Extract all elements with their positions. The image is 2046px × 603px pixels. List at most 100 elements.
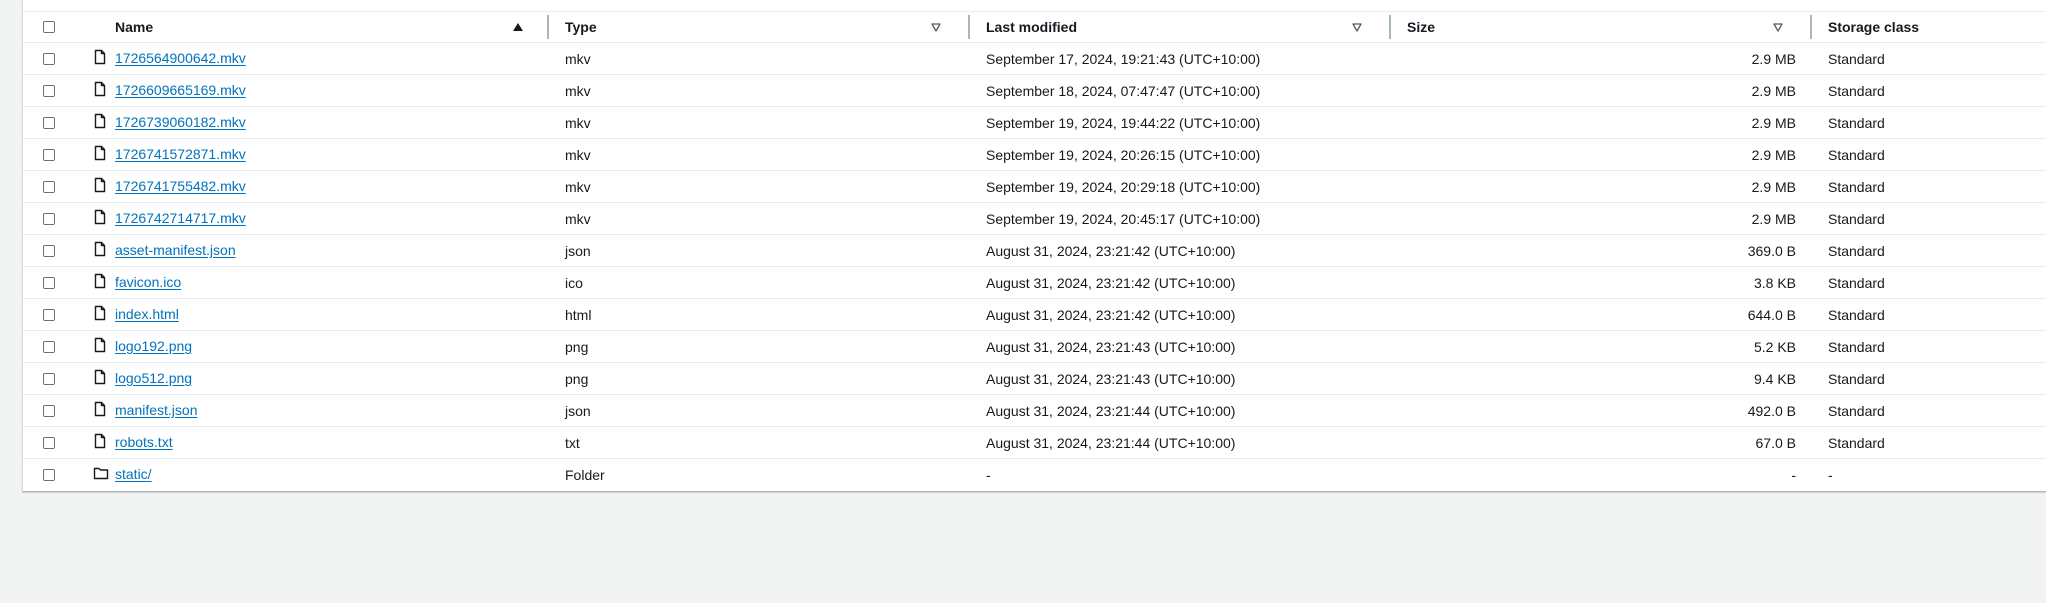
type-cell: html (549, 298, 970, 331)
column-header-name[interactable]: Name (75, 12, 549, 43)
last-modified-cell: September 19, 2024, 20:45:17 (UTC+10:00) (970, 202, 1391, 235)
object-name-link[interactable]: 1726739060182.mkv (115, 114, 246, 130)
table-row[interactable]: manifest.json json August 31, 2024, 23:21:… (23, 394, 2046, 427)
row-checkbox[interactable] (43, 436, 55, 449)
column-header-type[interactable]: Type (549, 12, 970, 43)
storage-class-cell: Standard (1812, 234, 2046, 267)
object-name-link[interactable]: robots.txt (115, 434, 173, 450)
size-cell: 2.9 MB (1391, 106, 1812, 139)
row-select-cell (23, 138, 75, 171)
table-row[interactable]: robots.txt txt August 31, 2024, 23:21:44 (… (23, 426, 2046, 459)
type-cell: mkv (549, 138, 970, 171)
size-cell: 2.9 MB (1391, 74, 1812, 107)
row-select-cell (23, 394, 75, 427)
last-modified-cell: August 31, 2024, 23:21:42 (UTC+10:00) (970, 234, 1391, 267)
object-name-link[interactable]: 1726741755482.mkv (115, 178, 246, 194)
file-icon (93, 433, 107, 449)
table-row[interactable]: 1726609665169.mkv mkv September 18, 2024, … (23, 74, 2046, 107)
row-checkbox[interactable] (43, 372, 55, 385)
storage-class-cell: Standard (1812, 426, 2046, 459)
row-checkbox[interactable] (43, 340, 55, 353)
file-icon (93, 177, 107, 193)
row-checkbox[interactable] (43, 180, 55, 193)
file-icon (93, 337, 107, 353)
row-select-cell (23, 362, 75, 395)
storage-class-cell: Standard (1812, 74, 2046, 107)
object-name-link[interactable]: manifest.json (115, 402, 197, 418)
object-name-link[interactable]: logo512.png (115, 370, 192, 386)
table-row[interactable]: logo512.png png August 31, 2024, 23:21:43 … (23, 362, 2046, 395)
table-row[interactable]: index.html html August 31, 2024, 23:21:42 … (23, 298, 2046, 331)
table-row[interactable]: 1726742714717.mkv mkv September 19, 2024, … (23, 202, 2046, 235)
last-modified-cell: August 31, 2024, 23:21:42 (UTC+10:00) (970, 266, 1391, 299)
column-header-size[interactable]: Size (1391, 12, 1812, 43)
row-checkbox[interactable] (43, 148, 55, 161)
last-modified-cell: September 19, 2024, 19:44:22 (UTC+10:00) (970, 106, 1391, 139)
sort-unsorted-icon[interactable] (930, 21, 942, 33)
storage-class-cell: Standard (1812, 362, 2046, 395)
type-cell: ico (549, 266, 970, 299)
column-header-type-label: Type (565, 19, 597, 35)
name-cell: logo192.png (75, 330, 549, 363)
object-name-link[interactable]: favicon.ico (115, 274, 181, 290)
table-row[interactable]: favicon.ico ico August 31, 2024, 23:21:42 … (23, 266, 2046, 299)
name-cell: logo512.png (75, 362, 549, 395)
object-name-link[interactable]: 1726564900642.mkv (115, 50, 246, 66)
row-checkbox[interactable] (43, 84, 55, 97)
object-name-link[interactable]: asset-manifest.json (115, 242, 236, 258)
object-name-link[interactable]: 1726742714717.mkv (115, 210, 246, 226)
table-row[interactable]: 1726741755482.mkv mkv September 19, 2024, … (23, 170, 2046, 203)
row-checkbox[interactable] (43, 468, 55, 481)
select-all-cell (23, 12, 75, 43)
last-modified-cell: August 31, 2024, 23:21:43 (UTC+10:00) (970, 362, 1391, 395)
row-checkbox[interactable] (43, 308, 55, 321)
row-select-cell (23, 202, 75, 235)
name-cell: robots.txt (75, 426, 549, 459)
table-header-row: Name Type Last modified Size Storage cla… (23, 12, 2046, 43)
object-name-link[interactable]: 1726609665169.mkv (115, 82, 246, 98)
table-row[interactable]: 1726564900642.mkv mkv September 17, 2024, … (23, 42, 2046, 75)
size-cell: 2.9 MB (1391, 42, 1812, 75)
column-header-storage-class[interactable]: Storage class (1812, 12, 2046, 43)
file-icon (93, 305, 107, 321)
type-cell: mkv (549, 42, 970, 75)
row-select-cell (23, 426, 75, 459)
type-cell: mkv (549, 170, 970, 203)
column-header-size-label: Size (1407, 19, 1436, 35)
name-cell: 1726564900642.mkv (75, 42, 549, 75)
sort-ascending-icon[interactable] (512, 21, 524, 33)
row-checkbox[interactable] (43, 404, 55, 417)
row-select-cell (23, 330, 75, 363)
row-checkbox[interactable] (43, 212, 55, 225)
object-name-link[interactable]: static/ (115, 466, 152, 482)
select-all-checkbox[interactable] (43, 21, 55, 33)
table-row[interactable]: 1726741572871.mkv mkv September 19, 2024, … (23, 138, 2046, 171)
objects-table-panel: Name Type Last modified Size Storage cla… (22, 0, 2046, 492)
table-row[interactable]: logo192.png png August 31, 2024, 23:21:43 … (23, 330, 2046, 363)
name-cell: favicon.ico (75, 266, 549, 299)
row-checkbox[interactable] (43, 116, 55, 129)
last-modified-cell: - (986, 466, 991, 483)
file-icon (93, 113, 107, 129)
object-name-link[interactable]: 1726741572871.mkv (115, 146, 246, 162)
storage-class-cell: Standard (1812, 266, 2046, 299)
size-cell: - (1791, 466, 1796, 483)
table-row[interactable]: 1726739060182.mkv mkv September 19, 2024, … (23, 106, 2046, 139)
row-select-cell (23, 298, 75, 331)
objects-table: Name Type Last modified Size Storage cla… (23, 12, 2046, 490)
row-checkbox[interactable] (43, 276, 55, 289)
file-icon (93, 401, 107, 417)
table-row[interactable]: static/Folder - - - (23, 459, 2046, 491)
row-checkbox[interactable] (43, 244, 55, 257)
table-row[interactable]: asset-manifest.json json August 31, 2024, … (23, 234, 2046, 267)
sort-unsorted-icon[interactable] (1351, 21, 1363, 33)
object-name-link[interactable]: logo192.png (115, 338, 192, 354)
column-header-last-modified[interactable]: Last modified (970, 12, 1391, 43)
type-cell: mkv (549, 106, 970, 139)
sort-unsorted-icon[interactable] (1772, 21, 1784, 33)
object-name-link[interactable]: index.html (115, 306, 179, 322)
storage-class-cell: Standard (1812, 106, 2046, 139)
type-cell: txt (549, 426, 970, 459)
row-checkbox[interactable] (43, 52, 55, 65)
size-cell: 3.8 KB (1391, 266, 1812, 299)
